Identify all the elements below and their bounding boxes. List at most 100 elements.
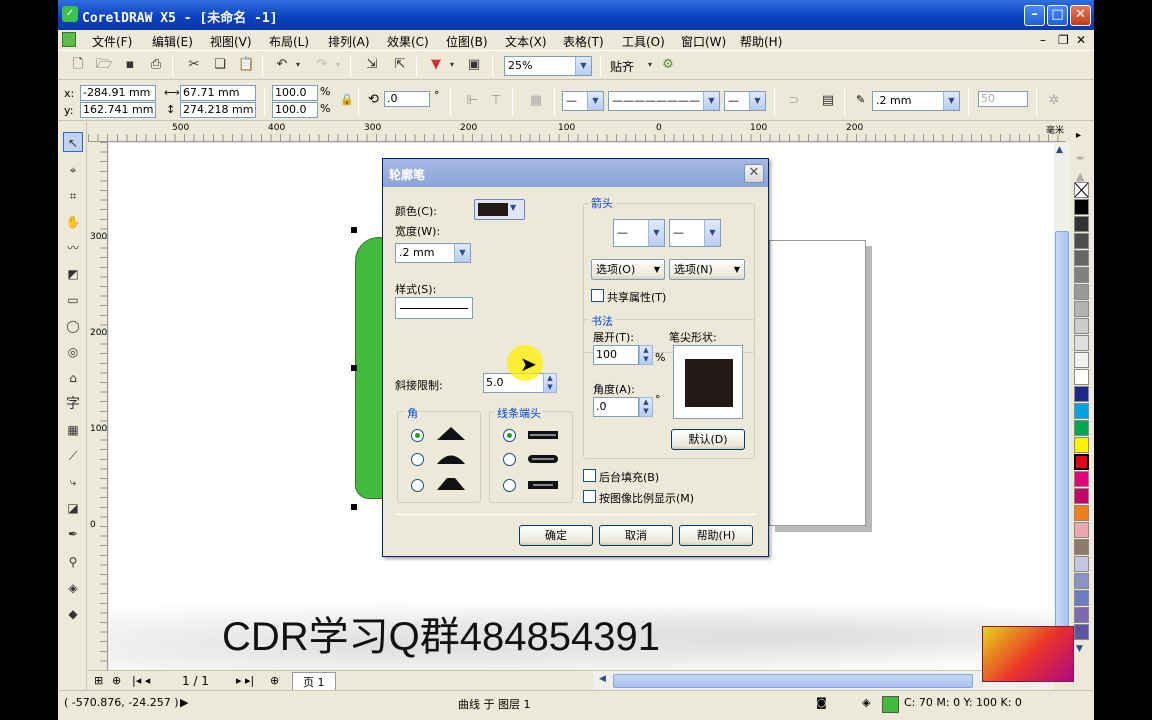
cut-icon[interactable]: ✂ [186,57,202,73]
menu-arrange[interactable]: 排列(A) [328,33,370,50]
save-icon[interactable]: ▪ [122,57,138,73]
flyout-arrow-icon[interactable]: ▸ [1076,130,1081,141]
scale-with-image-checkbox[interactable] [583,490,596,503]
snap-dropdown-icon[interactable]: ▾ [642,57,658,73]
menu-file[interactable]: 文件(F) [92,33,132,50]
dialog-close-button[interactable]: ✕ [744,164,764,183]
wrap-text-icon[interactable]: ▦ [528,93,544,109]
corner-bevel-radio[interactable] [411,479,424,492]
snap-to-label[interactable]: 贴齐 [610,58,634,75]
minimize-button[interactable]: – [1024,5,1045,26]
doc-restore-button[interactable]: ❐ [1058,33,1069,47]
copy-icon[interactable]: ❏ [212,57,228,73]
ellipse-tool-icon[interactable]: ◯ [63,316,83,336]
snap-status-icon[interactable]: ◙ [816,696,827,709]
corner-miter-radio[interactable] [411,429,424,442]
import-icon[interactable]: ⇲ [364,57,380,73]
cap-round-radio[interactable] [503,453,516,466]
segment-count-field[interactable]: 50 [978,91,1028,107]
selection-handle[interactable] [351,504,357,510]
swatch-gray60[interactable] [1074,267,1089,283]
paste-icon[interactable]: 📋 [238,57,254,73]
menu-window[interactable]: 窗口(W) [681,33,726,50]
mirror-vertical-icon[interactable]: ⊤ [488,93,504,109]
eyedropper-tool-icon[interactable]: ✒ [63,524,83,544]
swatch-black[interactable] [1074,199,1089,215]
swatch-orange[interactable] [1074,505,1089,521]
redo-dropdown-icon[interactable]: ▾ [330,57,346,73]
swatch-gray50[interactable] [1074,284,1089,300]
maximize-button[interactable]: □ [1047,5,1068,26]
welcome-screen-icon[interactable]: ▣ [466,57,482,73]
open-icon[interactable]: 🗁 [96,57,112,73]
add-page-icon[interactable]: ⊕ [112,674,121,687]
outline-tool-icon[interactable]: ⚲ [63,552,83,572]
shape-tool-icon[interactable]: ⌖ [63,160,83,180]
table-tool-icon[interactable]: ▦ [63,420,83,440]
scale-y-field[interactable]: 100.0 [272,102,318,118]
no-color-swatch[interactable] [1074,182,1089,198]
x-position-field[interactable]: -284.91 mm [80,85,156,101]
interactive-fill-tool-icon[interactable]: ◆ [63,604,83,624]
object-width-field[interactable]: 67.71 mm [180,85,256,101]
hscroll-thumb[interactable] [613,674,973,688]
swatch-lavender[interactable] [1074,556,1089,572]
page-tab[interactable]: 页 1 [292,672,336,692]
swatch-gray20[interactable] [1074,335,1089,351]
redo-icon[interactable]: ↷ [314,57,330,73]
vertical-scrollbar[interactable]: ▲ [1054,143,1070,670]
scroll-up-icon[interactable]: ▲ [1056,145,1063,155]
menu-layout[interactable]: 布局(L) [269,33,309,50]
crop-tool-icon[interactable]: ⌗ [63,186,83,206]
menu-edit[interactable]: 编辑(E) [152,33,193,50]
menu-help[interactable]: 帮助(H) [740,33,782,50]
launcher-dropdown-icon[interactable]: ▾ [444,57,460,73]
close-curve-icon[interactable]: ⊃ [786,93,802,109]
start-arrowhead-select[interactable]: — ▼ [613,219,665,247]
spiral-tool-icon[interactable]: ◎ [63,342,83,362]
menu-effects[interactable]: 效果(C) [387,33,429,50]
swatch-gray90[interactable] [1074,216,1089,232]
palette-down-icon[interactable]: ▼ [1076,644,1083,654]
export-icon[interactable]: ⇱ [392,57,408,73]
shadow-tool-icon[interactable]: ◪ [63,498,83,518]
close-button[interactable]: ✕ [1070,5,1091,26]
stretch-field[interactable]: 100 [593,345,639,365]
behind-fill-checkbox[interactable] [583,469,596,482]
start-arrow-select[interactable]: — ▼ [562,91,604,111]
mirror-horizontal-icon[interactable]: ⊩ [464,93,480,109]
selection-handle[interactable] [351,227,357,233]
launcher-icon[interactable]: ▼ [428,57,444,73]
menu-bitmaps[interactable]: 位图(B) [446,33,488,50]
status-arrow-icon[interactable]: ▶ [180,696,188,709]
doc-close-button[interactable]: ✕ [1076,33,1086,47]
options-icon[interactable]: ⚙ [660,57,676,73]
line-style-select[interactable] [395,297,473,319]
zoom-select[interactable]: 25% ▼ [504,56,592,76]
eyedropper-icon[interactable]: ✒ [1076,152,1085,165]
rectangle-tool-icon[interactable]: ▭ [63,290,83,310]
swatch-magenta[interactable] [1074,471,1089,487]
nib-angle-field[interactable]: .0 [593,397,639,417]
print-icon[interactable]: ⎙ [148,57,164,73]
fill-tool-icon[interactable]: ◈ [63,578,83,598]
stretch-spinner[interactable]: ▲ ▼ [639,345,653,365]
start-arrow-options-button[interactable]: 选项(O) ▼ [591,259,665,280]
swatch-purple[interactable] [1074,607,1089,623]
settings-icon[interactable]: ✲ [1046,93,1062,109]
document-icon[interactable] [62,32,76,47]
swatch-blue-gray[interactable] [1074,590,1089,606]
help-button[interactable]: 帮助(H) [679,525,753,546]
ok-button[interactable]: 确定 [519,525,593,546]
line-style-select[interactable]: ———————— ▼ [608,91,720,111]
menu-table[interactable]: 表格(T) [563,33,604,50]
swatch-yellow[interactable] [1074,437,1089,453]
scroll-thumb[interactable] [1055,231,1069,651]
share-attributes-checkbox[interactable] [591,289,604,302]
swatch-gray70[interactable] [1074,250,1089,266]
pan-tool-icon[interactable]: ✋ [63,212,83,232]
scale-x-field[interactable]: 100.0 [272,85,318,101]
miter-spinner[interactable]: ▲ ▼ [543,373,557,393]
pick-tool-icon[interactable]: ↖ [63,132,83,152]
connector-tool-icon[interactable]: ⤷ [63,472,83,492]
